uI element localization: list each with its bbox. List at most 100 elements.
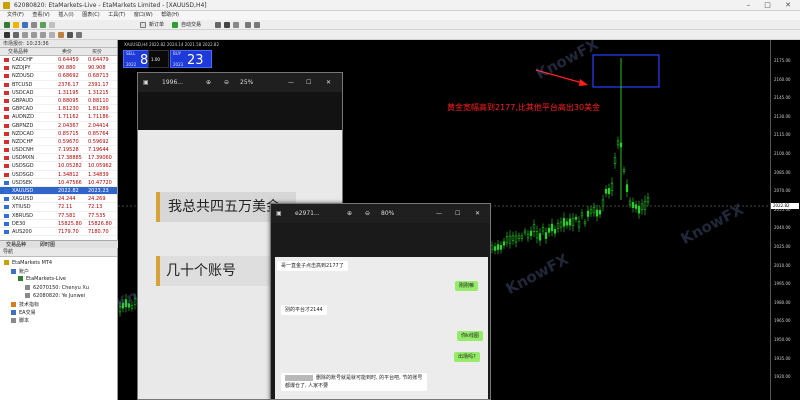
market-watch-icon[interactable] bbox=[22, 22, 28, 28]
column-ask[interactable]: 买价 bbox=[92, 48, 102, 56]
new-order-icon[interactable] bbox=[140, 22, 146, 28]
window-controls[interactable]: – □ ✕ bbox=[747, 0, 797, 11]
navigator-title: 导航 bbox=[0, 248, 117, 257]
market-watch-row[interactable]: GBPNZD 2.04367 2.04414 bbox=[0, 122, 117, 130]
maximize-icon[interactable]: ☐ bbox=[455, 204, 460, 223]
market-watch-row[interactable]: GBPAUD 0.88095 0.88110 bbox=[0, 97, 117, 106]
horizontal-line-icon[interactable] bbox=[31, 32, 37, 38]
menu-file[interactable]: 文件(F) bbox=[7, 11, 24, 20]
market-watch-row[interactable]: XAUUSD 2022.82 2023.23 bbox=[0, 187, 117, 196]
symbol-name: USDCNH bbox=[12, 147, 34, 154]
market-watch-row[interactable]: AUDNZD 1.71162 1.71186 bbox=[0, 113, 117, 122]
navigator-icon[interactable] bbox=[31, 22, 37, 28]
one-click-buy-panel[interactable]: BUY 23 2023 bbox=[170, 50, 212, 68]
menu-window[interactable]: 窗口(W) bbox=[134, 11, 153, 20]
zoom-out-icon[interactable]: ⊖ bbox=[365, 204, 370, 223]
menu-chart[interactable]: 图表(C) bbox=[82, 11, 99, 20]
chat-message: 别的平台才2144 bbox=[281, 305, 327, 315]
market-watch-row[interactable]: NZDUSD 0.68692 0.68713 bbox=[0, 72, 117, 81]
profiles-icon[interactable] bbox=[13, 22, 19, 28]
market-watch-row[interactable]: NZDJPY 90.880 90.908 bbox=[0, 64, 117, 73]
candle-body bbox=[541, 227, 545, 232]
market-watch-row[interactable]: XTIUSD 72.11 72.13 bbox=[0, 203, 117, 212]
navigator-item[interactable]: EtaMarkets MT4 bbox=[4, 260, 52, 266]
navigator-item[interactable]: 62080820: Ye Junwei bbox=[25, 292, 85, 299]
menu-tools[interactable]: 工具(T) bbox=[108, 11, 125, 20]
photo-viewer-window-2[interactable]: ▣ e2971... ⊕ ⊖ 80% — ☐ ✕ 哥一直金子点击高到2177了 … bbox=[270, 203, 491, 400]
zoom-out-icon[interactable] bbox=[254, 22, 260, 28]
market-watch-row[interactable]: USDSEK 10.47566 10.47720 bbox=[0, 179, 117, 187]
fibonacci-icon[interactable] bbox=[58, 32, 64, 38]
minimize-icon[interactable]: — bbox=[436, 204, 442, 223]
market-watch-row[interactable]: NZDCAD 0.85715 0.85764 bbox=[0, 130, 117, 138]
lot-size-field[interactable]: 1.00 bbox=[148, 50, 169, 68]
ask-price: 7180.70 bbox=[88, 228, 109, 235]
minimize-icon[interactable]: — bbox=[288, 73, 294, 92]
column-bid[interactable]: 卖价 bbox=[62, 48, 72, 56]
market-watch-row[interactable]: USDMXN 17.38885 17.39060 bbox=[0, 154, 117, 163]
channel-icon[interactable] bbox=[49, 32, 55, 38]
zoom-in-icon[interactable]: ⊕ bbox=[206, 73, 211, 92]
bid-price: 15825.80 bbox=[58, 220, 82, 227]
navigator-item[interactable]: 技术指标 bbox=[11, 301, 39, 308]
line-chart-icon[interactable] bbox=[233, 22, 239, 28]
highlight-box bbox=[592, 54, 660, 88]
close-icon[interactable]: ✕ bbox=[475, 204, 480, 223]
zoom-out-icon[interactable]: ⊖ bbox=[224, 73, 229, 92]
candle-chart-icon[interactable] bbox=[224, 22, 230, 28]
terminal-icon[interactable] bbox=[40, 22, 46, 28]
market-watch-row[interactable]: USDSGD 1.34812 1.34839 bbox=[0, 171, 117, 179]
symbol-name: XTIUSD bbox=[12, 204, 31, 211]
app-icon bbox=[3, 2, 10, 9]
vertical-line-icon[interactable] bbox=[22, 32, 28, 38]
navigator-item[interactable]: 账户 bbox=[11, 268, 29, 275]
market-watch-row[interactable]: XAGUSD 24.244 24.269 bbox=[0, 195, 117, 204]
candle-body bbox=[490, 245, 494, 250]
symbol-name: GBPAUD bbox=[12, 97, 33, 104]
navigator-item[interactable]: EtaMarkets-Live bbox=[18, 276, 66, 282]
market-watch-row[interactable]: CADCHF 0.64459 0.64479 bbox=[0, 56, 117, 65]
navigator-item[interactable]: 62070150: Chenyu Xu bbox=[25, 284, 89, 291]
auto-trading-button[interactable]: 自动交易 bbox=[181, 20, 201, 30]
navigator-panel: 导航 EtaMarkets MT4 账户 EtaMarkets-Live 620701… bbox=[0, 248, 118, 400]
market-watch-row[interactable]: NZDCHF 0.59670 0.59692 bbox=[0, 138, 117, 147]
market-watch-row[interactable]: BTCUSD 2376.17 2391.17 bbox=[0, 81, 117, 89]
price-tick-label: 2040.00 bbox=[774, 225, 791, 231]
label-icon[interactable] bbox=[76, 32, 82, 38]
market-watch-row[interactable]: USDCNH 7.19528 7.19644 bbox=[0, 146, 117, 155]
market-watch-row[interactable]: XBRUSD 77.581 77.535 bbox=[0, 212, 117, 220]
market-watch-row[interactable]: GBPCAD 1.81230 1.81289 bbox=[0, 105, 117, 114]
bid-price: 1.71162 bbox=[58, 114, 79, 121]
navigator-item[interactable]: EA交易 bbox=[11, 309, 36, 316]
navigator-item[interactable]: 脚本 bbox=[11, 317, 29, 324]
menu-help[interactable]: 帮助(H) bbox=[161, 11, 179, 20]
menu-view[interactable]: 查看(V) bbox=[32, 11, 49, 20]
ask-price: 2391.17 bbox=[88, 81, 109, 88]
new-chart-icon[interactable] bbox=[4, 22, 10, 28]
menu-insert[interactable]: 插入(I) bbox=[58, 11, 73, 20]
column-symbol[interactable]: 交易品种 bbox=[8, 48, 28, 56]
auto-trading-icon[interactable] bbox=[172, 22, 178, 28]
market-watch-row[interactable]: USDSGD 10.05282 10.05962 bbox=[0, 162, 117, 171]
market-watch-tabs: 交易品种 即时图 bbox=[0, 240, 118, 248]
market-watch-row[interactable]: USDCAD 1.31195 1.31215 bbox=[0, 89, 117, 97]
cursor-icon[interactable] bbox=[4, 32, 10, 38]
market-watch-row[interactable]: AUS200 7179.70 7180.70 bbox=[0, 228, 117, 237]
price-direction-icon bbox=[4, 164, 9, 169]
crosshair-icon[interactable] bbox=[13, 32, 19, 38]
price-axis[interactable]: 2175.00 2160.00 2145.00 2130.00 2115.00 2100.… bbox=[770, 40, 800, 400]
market-watch-row[interactable]: DE30 15825.80 15826.80 bbox=[0, 220, 117, 228]
price-tick-label: 2085.00 bbox=[774, 169, 791, 175]
tester-icon[interactable] bbox=[49, 22, 55, 28]
candle-body bbox=[583, 221, 587, 225]
close-icon[interactable]: ✕ bbox=[326, 73, 331, 92]
new-order-button[interactable]: 新订单 bbox=[149, 20, 164, 30]
text-icon[interactable] bbox=[67, 32, 73, 38]
bid-price: 0.64459 bbox=[58, 57, 79, 63]
bar-chart-icon[interactable] bbox=[215, 22, 221, 28]
maximize-icon[interactable]: ☐ bbox=[306, 73, 311, 92]
zoom-in-icon[interactable]: ⊕ bbox=[347, 204, 352, 223]
price-direction-icon bbox=[4, 123, 9, 128]
trendline-icon[interactable] bbox=[40, 32, 46, 38]
zoom-in-icon[interactable] bbox=[245, 22, 251, 28]
